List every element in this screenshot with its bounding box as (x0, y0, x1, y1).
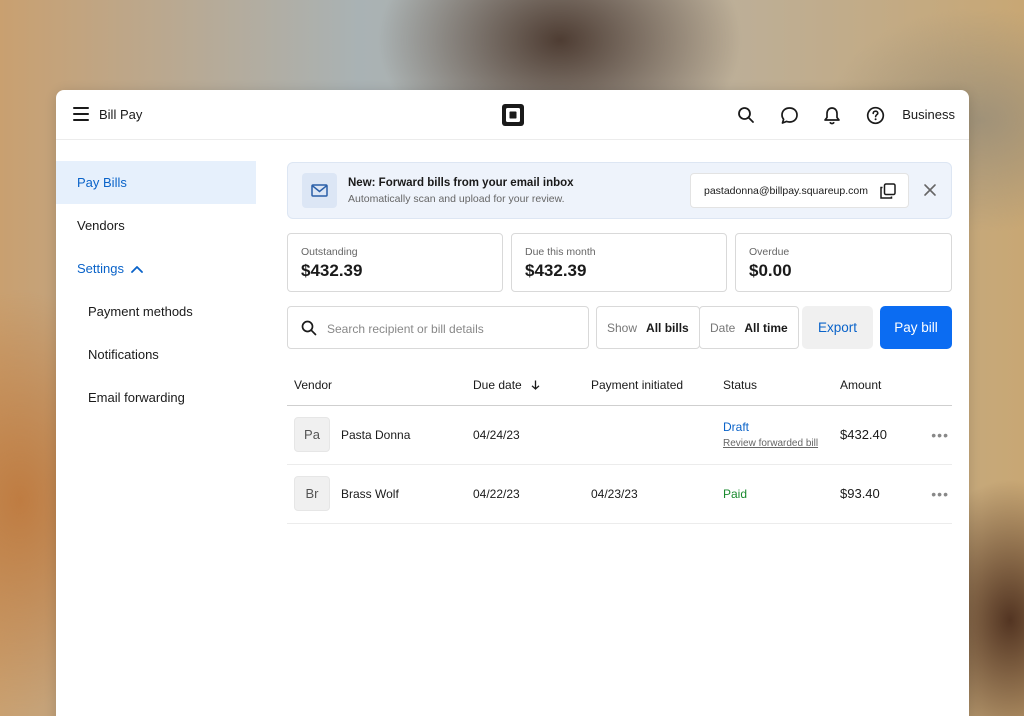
email-forward-banner: New: Forward bills from your email inbox… (287, 162, 952, 219)
vendor-cell: Pa Pasta Donna (287, 405, 466, 465)
avatar: Pa (294, 417, 330, 452)
stat-due-this-month: Due this month $432.39 (511, 233, 727, 292)
forwarding-email-address: pastadonna@billpay.squareup.com (704, 185, 868, 197)
search-input[interactable]: Search recipient or bill details (287, 306, 589, 349)
filter-key: Show (607, 320, 638, 335)
stat-value: $432.39 (525, 261, 587, 280)
show-filter[interactable]: Show All bills (596, 306, 700, 349)
amount-cell: $93.40 (833, 464, 917, 524)
column-header-actions (917, 366, 952, 406)
main-content: New: Forward bills from your email inbox… (287, 162, 952, 524)
search-icon (301, 320, 317, 336)
mail-icon (302, 173, 337, 208)
sidebar-item-vendors[interactable]: Vendors (56, 204, 256, 247)
due-date-cell: 04/24/23 (466, 405, 584, 465)
sidebar-item-settings[interactable]: Settings (56, 247, 256, 290)
filter-value: All bills (646, 320, 689, 335)
vendor-name: Pasta Donna (341, 427, 411, 442)
more-actions-icon[interactable]: ••• (917, 464, 952, 524)
stat-outstanding: Outstanding $432.39 (287, 233, 503, 292)
column-header-vendor[interactable]: Vendor (287, 366, 466, 406)
payment-initiated-cell: 04/23/23 (584, 464, 716, 524)
column-header-status[interactable]: Status (716, 366, 833, 406)
sidebar-item-label: Pay Bills (77, 175, 127, 190)
due-date-cell: 04/22/23 (466, 464, 584, 524)
column-header-amount[interactable]: Amount (833, 366, 917, 406)
sidebar-item-notifications[interactable]: Notifications (56, 333, 256, 376)
top-bar: Bill Pay Business (56, 90, 969, 140)
column-header-due-date[interactable]: Due date (466, 366, 584, 406)
banner-subtitle: Automatically scan and upload for your r… (348, 193, 565, 205)
table-row[interactable]: Br Brass Wolf 04/22/23 04/23/23 Paid $93… (287, 464, 952, 524)
help-icon[interactable] (865, 105, 885, 125)
sidebar-item-label: Notifications (88, 347, 159, 362)
sidebar-item-email-forwarding[interactable]: Email forwarding (56, 376, 256, 419)
stat-label: Overdue (749, 246, 790, 258)
square-logo-icon[interactable] (502, 104, 524, 126)
bills-toolbar: Search recipient or bill details Show Al… (287, 306, 952, 349)
vendor-name: Brass Wolf (341, 486, 399, 501)
search-icon[interactable] (736, 105, 756, 125)
vendor-cell: Br Brass Wolf (287, 464, 466, 524)
pay-bill-button[interactable]: Pay bill (880, 306, 952, 349)
filter-value: All time (744, 320, 788, 335)
search-placeholder: Search recipient or bill details (327, 322, 484, 336)
forwarding-email-field[interactable]: pastadonna@billpay.squareup.com (690, 173, 909, 208)
table-header-row: Vendor Due date Payment initiated Status… (287, 366, 952, 406)
hamburger-menu-icon[interactable] (73, 107, 89, 121)
amount-cell: $432.40 (833, 405, 917, 465)
status-draft-link[interactable]: Draft (723, 420, 833, 434)
column-header-payment-initiated[interactable]: Payment initiated (584, 366, 716, 406)
summary-stats: Outstanding $432.39 Due this month $432.… (287, 233, 952, 292)
banner-title: New: Forward bills from your email inbox (348, 177, 574, 189)
more-actions-icon[interactable]: ••• (917, 405, 952, 465)
sidebar-item-label: Email forwarding (88, 390, 185, 405)
chat-icon[interactable] (779, 105, 799, 125)
business-menu[interactable]: Business (902, 107, 955, 122)
sidebar: Pay Bills Vendors Settings Payment metho… (56, 161, 256, 419)
sidebar-item-label: Payment methods (88, 304, 193, 319)
review-forwarded-bill-link[interactable]: Review forwarded bill (723, 438, 833, 449)
sidebar-item-label: Vendors (77, 218, 125, 233)
bills-table: Vendor Due date Payment initiated Status… (287, 366, 952, 524)
stat-value: $432.39 (301, 261, 363, 280)
stat-overdue: Overdue $0.00 (735, 233, 952, 292)
status-paid: Paid (723, 486, 748, 501)
date-filter[interactable]: Date All time (699, 306, 799, 349)
bell-icon[interactable] (822, 105, 842, 125)
stat-label: Due this month (525, 246, 596, 258)
stat-value: $0.00 (749, 261, 792, 280)
sidebar-item-pay-bills[interactable]: Pay Bills (56, 161, 256, 204)
copy-icon[interactable] (880, 183, 896, 199)
stat-label: Outstanding (301, 246, 358, 258)
close-icon[interactable] (923, 183, 937, 197)
sidebar-item-payment-methods[interactable]: Payment methods (56, 290, 256, 333)
sidebar-item-label: Settings (77, 261, 124, 276)
status-cell: Paid (716, 464, 833, 524)
payment-initiated-cell (584, 405, 716, 465)
chevron-up-icon (131, 265, 143, 273)
sort-down-icon (531, 380, 540, 391)
filter-key: Date (710, 320, 736, 335)
bill-pay-window: Bill Pay Business Pay Bills Vendors Sett… (56, 90, 969, 716)
export-button[interactable]: Export (802, 306, 873, 349)
table-row[interactable]: Pa Pasta Donna 04/24/23 Draft Review for… (287, 405, 952, 465)
avatar: Br (294, 476, 330, 511)
app-title: Bill Pay (99, 107, 143, 122)
status-cell: Draft Review forwarded bill (716, 405, 833, 465)
